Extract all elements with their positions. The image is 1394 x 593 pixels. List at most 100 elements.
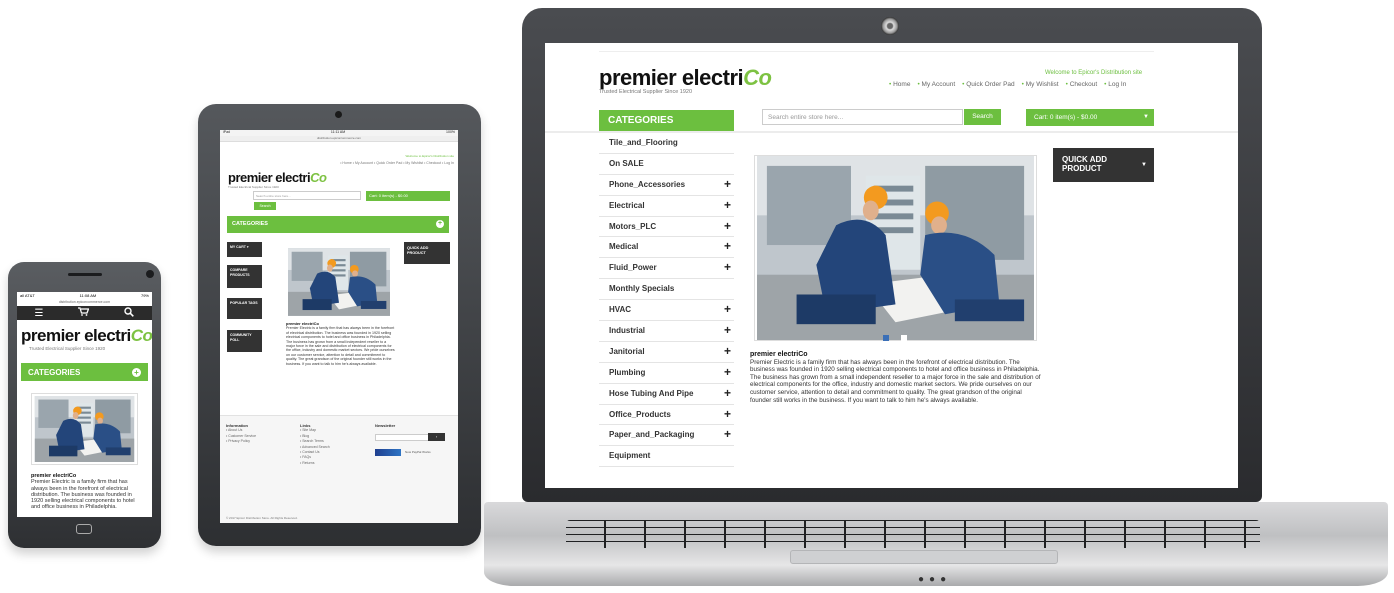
plus-icon[interactable]: +	[724, 365, 731, 379]
plus-icon[interactable]: +	[724, 239, 731, 253]
plus-icon[interactable]: +	[724, 198, 731, 212]
tablet-quick-add-button[interactable]: QUICK ADD PRODUCT	[404, 242, 450, 264]
category-item[interactable]: HVAC +	[599, 300, 734, 322]
phone-home-button[interactable]	[76, 524, 92, 534]
category-item[interactable]: Industrial +	[599, 321, 734, 342]
plus-icon[interactable]: +	[724, 344, 731, 358]
tablet-categories-bar[interactable]: CATEGORIES +	[227, 216, 449, 233]
camera-icon	[881, 17, 899, 35]
phone-logo[interactable]: premier electriCo Trusted Electrical Sup…	[17, 320, 152, 351]
search-input[interactable]: Search entire store here...	[762, 109, 963, 125]
cart-button[interactable]: Cart: 0 item(s) - $0.00 ▼	[1026, 109, 1154, 126]
category-item[interactable]: Janitorial +	[599, 342, 734, 363]
popular-tags-button[interactable]: POPULAR TAGS	[227, 298, 262, 319]
logo-text: premier electriCo	[599, 65, 772, 90]
category-item[interactable]: Plumbing +	[599, 363, 734, 384]
slider-dot-active[interactable]	[883, 335, 889, 341]
footer-links: Links • Site Map • Blog • Search Terms •…	[300, 423, 330, 466]
plus-icon[interactable]: +	[724, 427, 731, 441]
tablet-battery: 100%	[446, 130, 455, 134]
category-item[interactable]: Medical +	[599, 237, 734, 259]
top-nav: • Home • My Account • Quick Order Pad • …	[889, 81, 1126, 88]
workers-photo	[288, 248, 390, 316]
tablet-logo[interactable]: premier electriCo Trusted Electrical Sup…	[228, 170, 327, 189]
category-item[interactable]: Electrical +	[599, 196, 734, 217]
tablet-cart-button[interactable]: Cart: 0 item(s) - $0.00	[366, 191, 450, 201]
categories-title: CATEGORIES	[28, 367, 81, 377]
category-item[interactable]: Paper_and_Packaging +	[599, 425, 734, 447]
plus-icon[interactable]: +	[724, 260, 731, 274]
logo-tagline: Trusted Electrical Supplier Since 1920	[29, 346, 106, 351]
tablet-screen: iPad 11:11 AM 100% distribution.epicorco…	[220, 130, 458, 523]
menu-icon[interactable]: ☰	[35, 308, 44, 319]
footer-newsletter-title: Newsletter	[375, 423, 396, 428]
phone-speaker	[68, 273, 102, 276]
tablet-search-button[interactable]: Search	[254, 202, 276, 210]
newsletter-submit-button[interactable]: ›	[428, 433, 445, 441]
phone-status-bar: all AT&T 11:08 AM 79%	[17, 292, 152, 300]
caret-down-icon: ▼	[1143, 114, 1149, 120]
phone-toolbar: ☰	[17, 306, 152, 320]
footer-link[interactable]: • Returns	[300, 461, 330, 466]
quick-add-product-button[interactable]: QUICK ADD PRODUCT ▼	[1053, 148, 1154, 182]
footer-newsletter: Newsletter	[375, 423, 395, 428]
nav-checkout[interactable]: • Checkout	[1066, 81, 1098, 88]
nav-my-account[interactable]: • My Account	[917, 81, 955, 88]
header-divider	[599, 51, 1154, 52]
category-item[interactable]: Monthly Specials	[599, 279, 734, 301]
nav-home[interactable]: • Home	[889, 81, 910, 88]
category-item[interactable]: Office_Products +	[599, 405, 734, 426]
phone-about: premier electriCo Premier Electric is a …	[17, 465, 152, 511]
plus-icon[interactable]: +	[436, 220, 444, 228]
tablet-device: iPad 11:11 AM 100% distribution.epicorco…	[198, 104, 481, 546]
my-cart-button[interactable]: MY CART ▾	[227, 242, 262, 257]
category-list: Tile_and_Flooring On SALE Phone_Accessor…	[599, 133, 734, 468]
search-icon[interactable]	[124, 306, 135, 320]
cart-icon[interactable]	[78, 307, 90, 319]
category-item[interactable]: Motors_PLC +	[599, 217, 734, 238]
category-item[interactable]: Hose Tubing And Pipe +	[599, 384, 734, 405]
phone-battery: 79%	[140, 293, 149, 298]
categories-header[interactable]: CATEGORIES	[599, 110, 734, 132]
nav-quick-order-pad[interactable]: • Quick Order Pad	[962, 81, 1015, 88]
tablet-search-input[interactable]: Search entire store here...	[253, 191, 361, 200]
footer-copyright: © 2017 Epicor Distribution Store. All Ri…	[226, 516, 298, 520]
plus-icon[interactable]: +	[724, 177, 731, 191]
categories-title: CATEGORIES	[232, 221, 268, 227]
category-item[interactable]: Fluid_Power +	[599, 258, 734, 280]
laptop-trackpad	[790, 550, 1058, 564]
hero-slider[interactable]	[754, 155, 1037, 341]
footer-link[interactable]: • Privacy Policy	[226, 439, 256, 444]
category-item[interactable]: Phone_Accessories +	[599, 175, 734, 196]
tablet-about: premier electriCo Premier Electric is a …	[286, 321, 396, 366]
phone-screen: all AT&T 11:08 AM 79% distribution.epico…	[17, 292, 152, 517]
nav-my-wishlist[interactable]: • My Wishlist	[1022, 81, 1059, 88]
cart-value: 0 item(s) - $0.00	[1049, 114, 1098, 121]
caret-down-icon: ▾	[246, 245, 249, 249]
category-item[interactable]: On SALE	[599, 154, 734, 175]
plus-icon[interactable]: +	[724, 407, 731, 421]
phone-categories-bar[interactable]: CATEGORIES +	[21, 363, 148, 381]
category-item[interactable]: Equipment	[599, 446, 734, 468]
tablet-welcome: Welcome to Epicor's Distribution site	[405, 154, 454, 158]
plus-icon[interactable]: +	[724, 323, 731, 337]
search-button[interactable]: Search	[964, 109, 1001, 125]
compare-products-button[interactable]: COMPARE PRODUCTS	[227, 265, 262, 288]
tablet-top-nav[interactable]: • Home • My Account • Quick Order Pad • …	[220, 158, 458, 165]
slider-dot[interactable]	[901, 335, 907, 341]
tablet-footer: Information • About Us • Customer Servic…	[220, 415, 458, 523]
plus-icon[interactable]: +	[724, 302, 731, 316]
cart-label: Cart:	[1034, 114, 1049, 121]
newsletter-input[interactable]	[375, 434, 430, 441]
site-logo[interactable]: premier electriCo Trusted Electrical Sup…	[599, 65, 772, 95]
community-poll-button[interactable]: COMMUNITY POLL	[227, 330, 262, 352]
slider-dots	[880, 329, 910, 347]
plus-icon[interactable]: +	[724, 219, 731, 233]
plus-icon[interactable]: +	[724, 386, 731, 400]
plus-icon[interactable]: +	[132, 367, 141, 377]
about-title: premier electriCo	[750, 351, 808, 358]
tablet-camera	[335, 111, 342, 118]
category-item[interactable]: Tile_and_Flooring	[599, 133, 734, 154]
paypal-text: Now PayPal Works	[405, 450, 431, 454]
nav-log-in[interactable]: • Log In	[1104, 81, 1126, 88]
